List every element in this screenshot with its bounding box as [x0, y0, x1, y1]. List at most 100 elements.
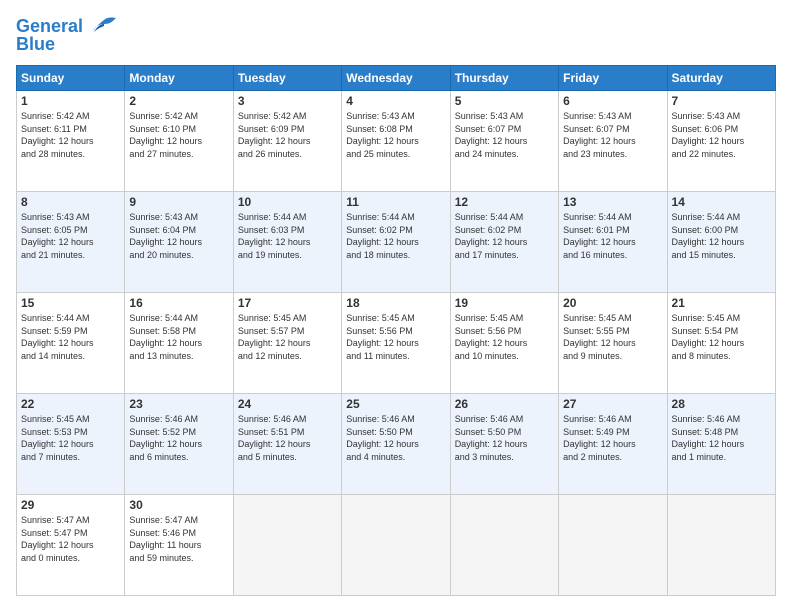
calendar-cell: 5Sunrise: 5:43 AM Sunset: 6:07 PM Daylig…: [450, 91, 558, 192]
cell-info: Sunrise: 5:47 AM Sunset: 5:47 PM Dayligh…: [21, 514, 120, 564]
weekday-header-tuesday: Tuesday: [233, 66, 341, 91]
day-number: 12: [455, 195, 554, 209]
logo: General Blue: [16, 16, 118, 55]
calendar-cell: 15 Sunrise: 5:44 AM Sunset: 5:59 PM Dayli…: [17, 293, 125, 394]
weekday-header-monday: Monday: [125, 66, 233, 91]
calendar-cell: 16Sunrise: 5:44 AM Sunset: 5:58 PM Dayli…: [125, 293, 233, 394]
cell-info: Sunrise: 5:44 AM Sunset: 6:03 PM Dayligh…: [238, 211, 337, 261]
cell-info: Sunrise: 5:46 AM Sunset: 5:51 PM Dayligh…: [238, 413, 337, 463]
weekday-header-sunday: Sunday: [17, 66, 125, 91]
cell-info: Sunrise: 5:43 AM Sunset: 6:05 PM Dayligh…: [21, 211, 120, 261]
calendar-cell: 13 Sunrise: 5:44 AM Sunset: 6:01 PM Dayli…: [559, 192, 667, 293]
day-number: 4: [346, 94, 445, 108]
day-number: 24: [238, 397, 337, 411]
weekday-header-thursday: Thursday: [450, 66, 558, 91]
cell-info: Sunrise: 5:43 AM Sunset: 6:04 PM Dayligh…: [129, 211, 228, 261]
calendar-cell: [450, 495, 558, 596]
calendar-week-4: 22Sunrise: 5:45 AM Sunset: 5:53 PM Dayli…: [17, 394, 776, 495]
calendar-cell: [559, 495, 667, 596]
calendar-cell: 30 Sunrise: 5:47 AM Sunset: 5:46 PM Dayli…: [125, 495, 233, 596]
calendar-cell: [342, 495, 450, 596]
calendar-week-1: 1 Sunrise: 5:42 AM Sunset: 6:11 PM Daylig…: [17, 91, 776, 192]
cell-info: Sunrise: 5:42 AM Sunset: 6:11 PM Dayligh…: [21, 110, 120, 160]
calendar-cell: [233, 495, 341, 596]
day-number: 15: [21, 296, 120, 310]
cell-info: Sunrise: 5:43 AM Sunset: 6:08 PM Dayligh…: [346, 110, 445, 160]
logo-bird-icon: [90, 16, 118, 38]
cell-info: Sunrise: 5:46 AM Sunset: 5:49 PM Dayligh…: [563, 413, 662, 463]
cell-info: Sunrise: 5:46 AM Sunset: 5:50 PM Dayligh…: [346, 413, 445, 463]
weekday-header-friday: Friday: [559, 66, 667, 91]
calendar-cell: 19 Sunrise: 5:45 AM Sunset: 5:56 PM Dayli…: [450, 293, 558, 394]
weekday-header-saturday: Saturday: [667, 66, 775, 91]
calendar-cell: [667, 495, 775, 596]
calendar-cell: 7Sunrise: 5:43 AM Sunset: 6:06 PM Daylig…: [667, 91, 775, 192]
cell-info: Sunrise: 5:46 AM Sunset: 5:52 PM Dayligh…: [129, 413, 228, 463]
day-number: 13: [563, 195, 662, 209]
cell-info: Sunrise: 5:44 AM Sunset: 6:00 PM Dayligh…: [672, 211, 771, 261]
cell-info: Sunrise: 5:43 AM Sunset: 6:07 PM Dayligh…: [455, 110, 554, 160]
calendar-cell: 25 Sunrise: 5:46 AM Sunset: 5:50 PM Dayli…: [342, 394, 450, 495]
calendar-cell: 18 Sunrise: 5:45 AM Sunset: 5:56 PM Dayli…: [342, 293, 450, 394]
cell-info: Sunrise: 5:44 AM Sunset: 6:02 PM Dayligh…: [455, 211, 554, 261]
calendar-table: SundayMondayTuesdayWednesdayThursdayFrid…: [16, 65, 776, 596]
weekday-header-wednesday: Wednesday: [342, 66, 450, 91]
page: General Blue SundayMondayTuesdayWednesda…: [0, 0, 792, 612]
cell-info: Sunrise: 5:45 AM Sunset: 5:55 PM Dayligh…: [563, 312, 662, 362]
cell-info: Sunrise: 5:42 AM Sunset: 6:10 PM Dayligh…: [129, 110, 228, 160]
calendar-week-2: 8 Sunrise: 5:43 AM Sunset: 6:05 PM Daylig…: [17, 192, 776, 293]
calendar-week-3: 15 Sunrise: 5:44 AM Sunset: 5:59 PM Dayli…: [17, 293, 776, 394]
day-number: 10: [238, 195, 337, 209]
calendar-body: 1 Sunrise: 5:42 AM Sunset: 6:11 PM Daylig…: [17, 91, 776, 596]
day-number: 26: [455, 397, 554, 411]
cell-info: Sunrise: 5:43 AM Sunset: 6:07 PM Dayligh…: [563, 110, 662, 160]
cell-info: Sunrise: 5:45 AM Sunset: 5:56 PM Dayligh…: [455, 312, 554, 362]
cell-info: Sunrise: 5:44 AM Sunset: 6:01 PM Dayligh…: [563, 211, 662, 261]
day-number: 19: [455, 296, 554, 310]
calendar-cell: 28Sunrise: 5:46 AM Sunset: 5:48 PM Dayli…: [667, 394, 775, 495]
cell-info: Sunrise: 5:47 AM Sunset: 5:46 PM Dayligh…: [129, 514, 228, 564]
day-number: 17: [238, 296, 337, 310]
day-number: 9: [129, 195, 228, 209]
day-number: 25: [346, 397, 445, 411]
day-number: 22: [21, 397, 120, 411]
day-number: 14: [672, 195, 771, 209]
day-number: 27: [563, 397, 662, 411]
calendar-cell: 27 Sunrise: 5:46 AM Sunset: 5:49 PM Dayli…: [559, 394, 667, 495]
calendar-cell: 29Sunrise: 5:47 AM Sunset: 5:47 PM Dayli…: [17, 495, 125, 596]
header: General Blue: [16, 16, 776, 55]
day-number: 16: [129, 296, 228, 310]
calendar-cell: 4 Sunrise: 5:43 AM Sunset: 6:08 PM Daylig…: [342, 91, 450, 192]
day-number: 30: [129, 498, 228, 512]
day-number: 7: [672, 94, 771, 108]
day-number: 6: [563, 94, 662, 108]
day-number: 2: [129, 94, 228, 108]
calendar-cell: 24 Sunrise: 5:46 AM Sunset: 5:51 PM Dayli…: [233, 394, 341, 495]
cell-info: Sunrise: 5:45 AM Sunset: 5:56 PM Dayligh…: [346, 312, 445, 362]
calendar-cell: 17 Sunrise: 5:45 AM Sunset: 5:57 PM Dayli…: [233, 293, 341, 394]
calendar-cell: 21 Sunrise: 5:45 AM Sunset: 5:54 PM Dayli…: [667, 293, 775, 394]
calendar-cell: 22Sunrise: 5:45 AM Sunset: 5:53 PM Dayli…: [17, 394, 125, 495]
calendar-header-row: SundayMondayTuesdayWednesdayThursdayFrid…: [17, 66, 776, 91]
calendar: SundayMondayTuesdayWednesdayThursdayFrid…: [16, 65, 776, 596]
cell-info: Sunrise: 5:46 AM Sunset: 5:48 PM Dayligh…: [672, 413, 771, 463]
logo-blue: Blue: [16, 34, 55, 55]
calendar-cell: 20Sunrise: 5:45 AM Sunset: 5:55 PM Dayli…: [559, 293, 667, 394]
cell-info: Sunrise: 5:45 AM Sunset: 5:54 PM Dayligh…: [672, 312, 771, 362]
day-number: 11: [346, 195, 445, 209]
calendar-cell: 9 Sunrise: 5:43 AM Sunset: 6:04 PM Daylig…: [125, 192, 233, 293]
calendar-cell: 6 Sunrise: 5:43 AM Sunset: 6:07 PM Daylig…: [559, 91, 667, 192]
day-number: 21: [672, 296, 771, 310]
day-number: 3: [238, 94, 337, 108]
cell-info: Sunrise: 5:46 AM Sunset: 5:50 PM Dayligh…: [455, 413, 554, 463]
calendar-cell: 14 Sunrise: 5:44 AM Sunset: 6:00 PM Dayli…: [667, 192, 775, 293]
cell-info: Sunrise: 5:44 AM Sunset: 5:59 PM Dayligh…: [21, 312, 120, 362]
calendar-cell: 1 Sunrise: 5:42 AM Sunset: 6:11 PM Daylig…: [17, 91, 125, 192]
day-number: 18: [346, 296, 445, 310]
cell-info: Sunrise: 5:45 AM Sunset: 5:57 PM Dayligh…: [238, 312, 337, 362]
day-number: 8: [21, 195, 120, 209]
calendar-week-5: 29Sunrise: 5:47 AM Sunset: 5:47 PM Dayli…: [17, 495, 776, 596]
day-number: 1: [21, 94, 120, 108]
cell-info: Sunrise: 5:42 AM Sunset: 6:09 PM Dayligh…: [238, 110, 337, 160]
calendar-cell: 10 Sunrise: 5:44 AM Sunset: 6:03 PM Dayli…: [233, 192, 341, 293]
